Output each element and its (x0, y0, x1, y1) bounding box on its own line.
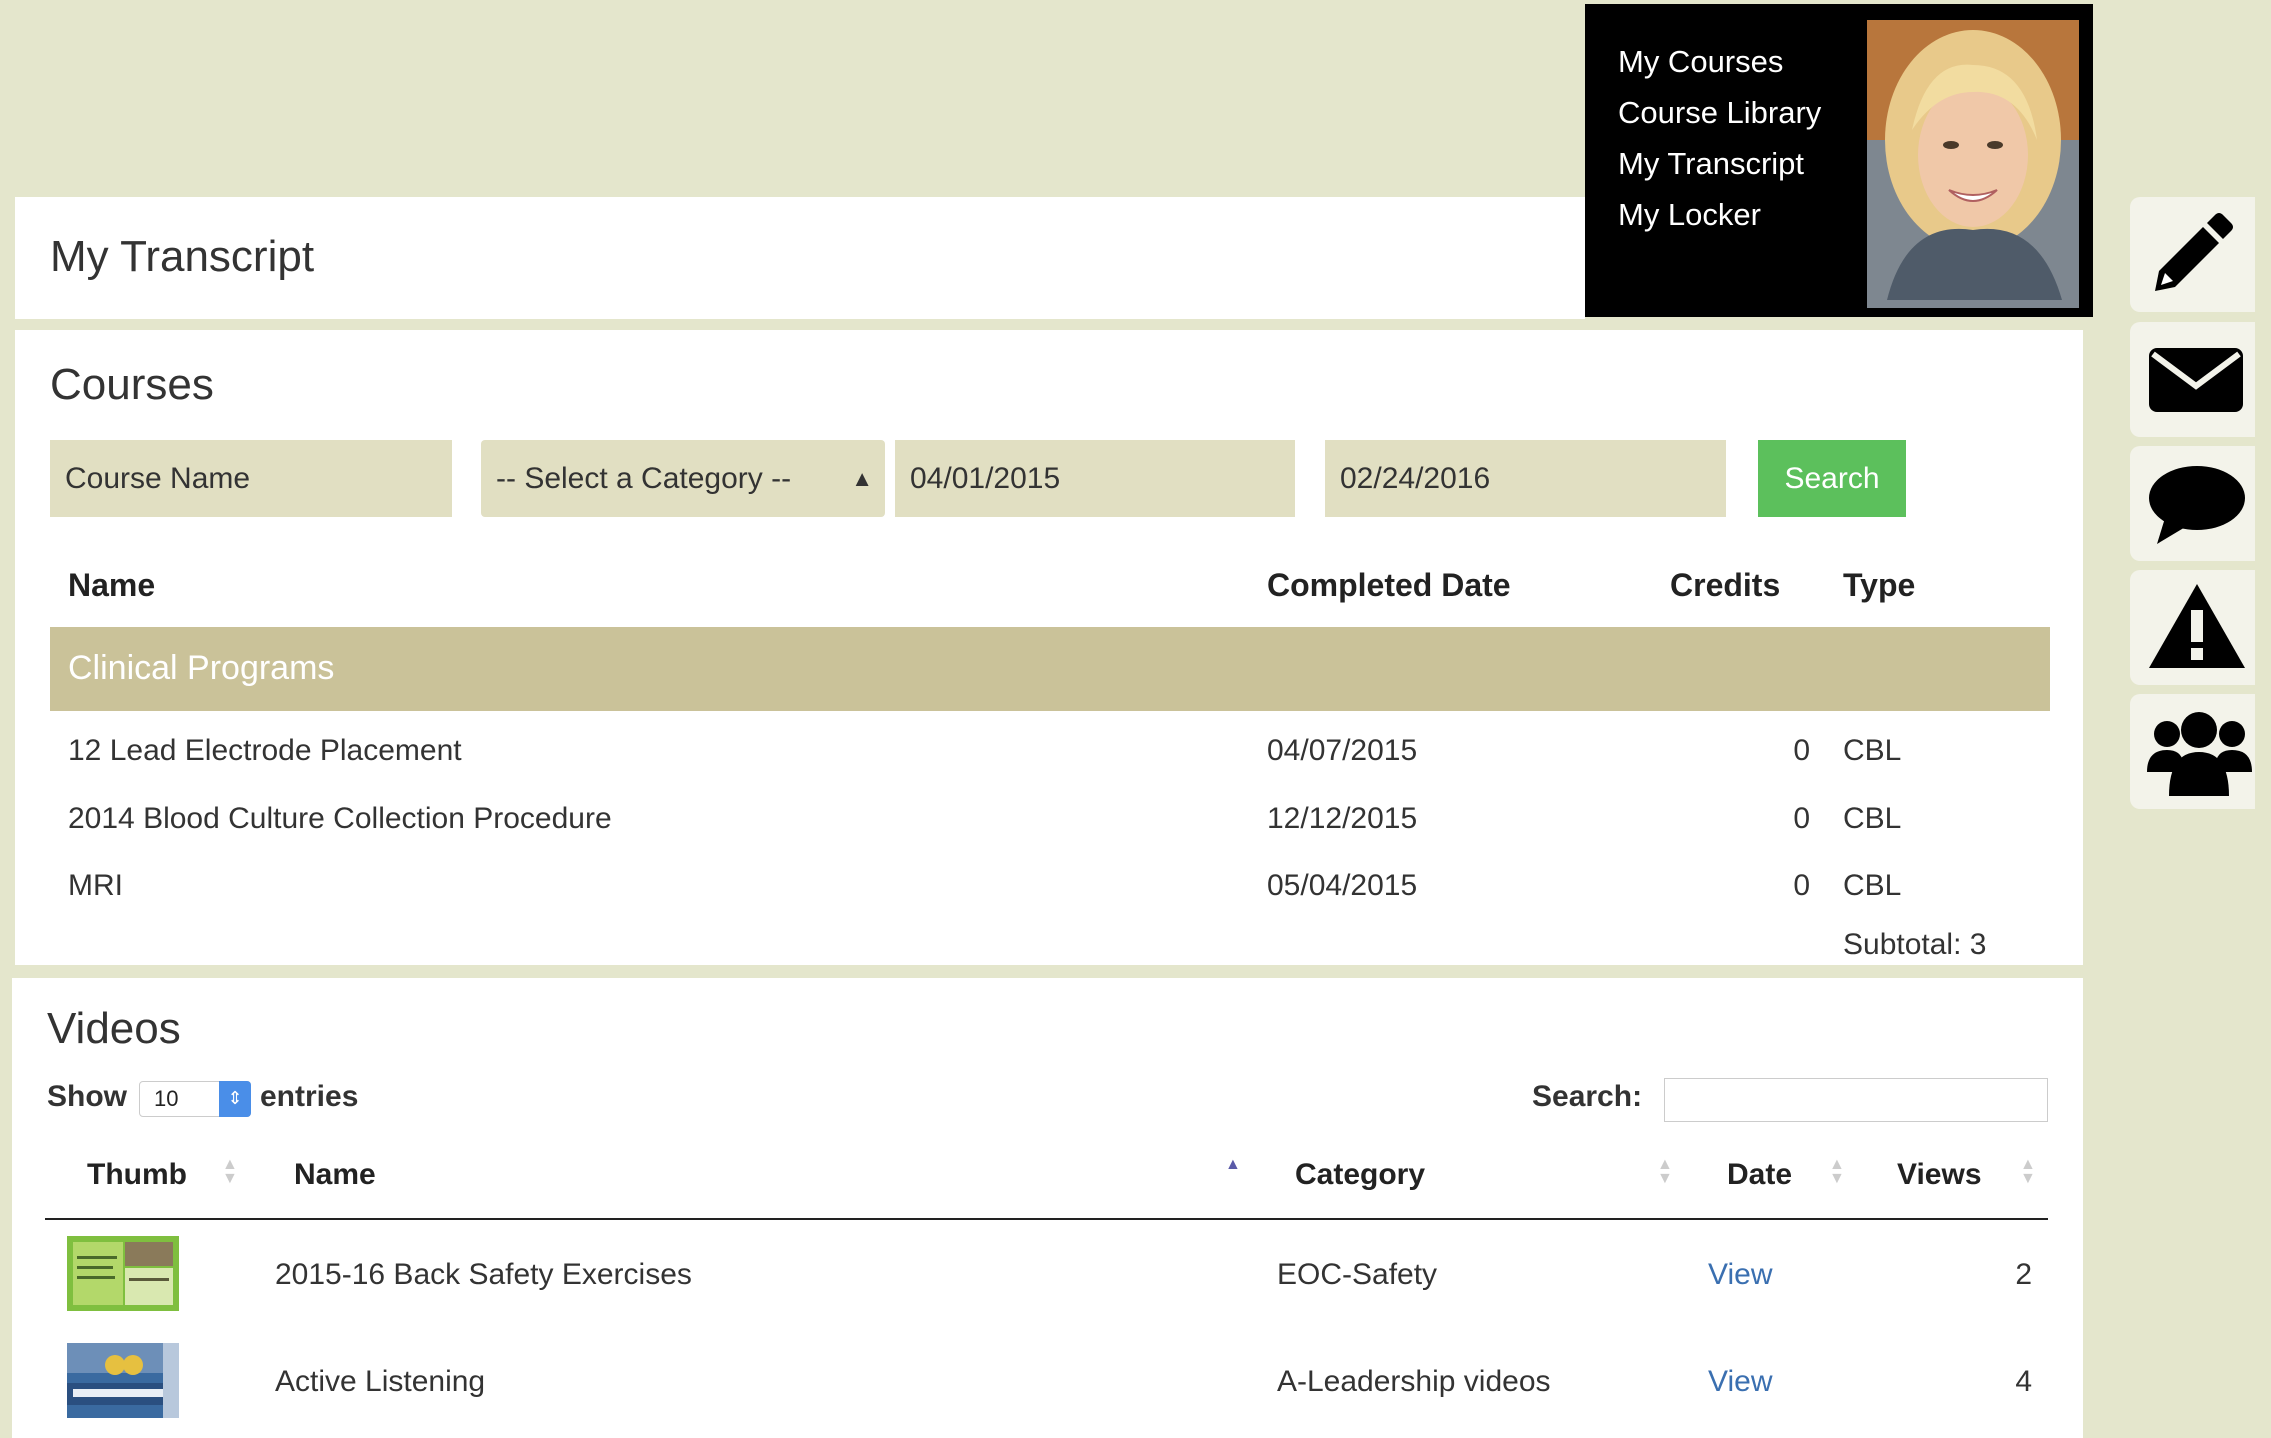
select-arrows-icon: ▲ (851, 466, 873, 491)
search-button[interactable]: Search (1758, 440, 1906, 517)
completed-date: 12/12/2015 (1267, 802, 1418, 835)
users-icon (2147, 712, 2252, 796)
view-link[interactable]: View (1708, 1258, 1772, 1292)
table-row: 2014 Blood Culture Collection Procedure … (15, 788, 2083, 848)
video-name: 2015-16 Back Safety Exercises (275, 1258, 692, 1291)
entries-select-value: 10 (154, 1086, 179, 1111)
credits: 0 (1793, 734, 1810, 767)
table-row: 12 Lead Electrode Placement 04/07/2015 0… (15, 720, 2083, 780)
sort-icon[interactable]: ▲ ▼ (2020, 1157, 2036, 1187)
video-thumbnail[interactable] (67, 1236, 179, 1311)
video-category: EOC-Safety (1277, 1258, 1438, 1291)
messages-tool-button[interactable] (2130, 322, 2255, 437)
subtotal: Subtotal: 3 (1843, 928, 1987, 961)
courses-panel: Courses Course Name -- Select a Category… (15, 330, 2083, 965)
videos-title: Videos (47, 1004, 181, 1053)
nav-menu: My Courses Course Library My Transcript … (1618, 44, 1821, 248)
videos-panel: Videos Show 10 ⇕ entries Search: Thumb ▲… (12, 978, 2083, 1438)
course-name-input[interactable]: Course Name (50, 440, 452, 517)
avatar-photo (1867, 20, 2079, 308)
date-to-input[interactable]: 02/24/2016 (1325, 440, 1726, 517)
nav-item-my-transcript[interactable]: My Transcript (1618, 146, 1821, 197)
video-category: A-Leadership videos (1277, 1365, 1551, 1398)
title-panel: My Transcript (15, 197, 1585, 319)
alerts-tool-button[interactable] (2130, 570, 2255, 685)
nav-item-my-courses[interactable]: My Courses (1618, 44, 1821, 95)
table-row: Active Listening A-Leadership videos Vie… (12, 1343, 2083, 1438)
select-spinner-icon: ⇕ (219, 1081, 251, 1117)
video-thumbnail-image (67, 1236, 179, 1311)
group-label: Clinical Programs (68, 649, 335, 687)
column-header-date[interactable]: Date (1727, 1158, 1792, 1192)
completed-date: 04/07/2015 (1267, 734, 1418, 767)
table-row: MRI 05/04/2015 0 CBL (15, 855, 2083, 915)
course-name: 2014 Blood Culture Collection Procedure (68, 802, 612, 835)
entries-select[interactable]: 10 ⇕ (139, 1081, 251, 1117)
table-header-divider (45, 1218, 2048, 1220)
videos-search-input[interactable] (1664, 1078, 2048, 1122)
page-title: My Transcript (50, 232, 315, 281)
sort-icon[interactable]: ▲ ▼ (222, 1157, 238, 1187)
courses-title: Courses (50, 360, 214, 409)
credits: 0 (1793, 869, 1810, 902)
nav-item-course-library[interactable]: Course Library (1618, 95, 1821, 146)
pencil-icon (2155, 213, 2233, 291)
group-row: Clinical Programs (50, 627, 2050, 711)
top-nav: My Courses Course Library My Transcript … (1585, 4, 2093, 317)
edit-tool-button[interactable] (2130, 197, 2255, 312)
table-row: 2015-16 Back Safety Exercises EOC-Safety… (12, 1236, 2083, 1336)
course-name: 12 Lead Electrode Placement (68, 734, 462, 767)
type: CBL (1843, 869, 1902, 902)
video-views: 4 (2015, 1365, 2032, 1398)
category-select[interactable]: -- Select a Category -- ▲ (481, 440, 885, 517)
entries-label: entries (260, 1080, 359, 1113)
video-thumbnail-image (67, 1343, 179, 1418)
chat-bubble-icon (2149, 466, 2245, 544)
avatar[interactable] (1867, 20, 2079, 308)
show-label: Show (47, 1080, 127, 1113)
chat-tool-button[interactable] (2130, 446, 2255, 561)
column-header-credits: Credits (1670, 567, 1781, 603)
groups-tool-button[interactable] (2130, 694, 2255, 809)
type: CBL (1843, 802, 1902, 835)
video-thumbnail[interactable] (67, 1343, 179, 1418)
view-link[interactable]: View (1708, 1365, 1772, 1399)
sort-ascending-icon[interactable]: ▲ (1225, 1157, 1241, 1173)
sort-icon[interactable]: ▲ ▼ (1657, 1157, 1673, 1187)
course-name: MRI (68, 869, 123, 902)
type: CBL (1843, 734, 1902, 767)
column-header-completed-date: Completed Date (1267, 567, 1511, 603)
sort-icon[interactable]: ▲ ▼ (1829, 1157, 1845, 1187)
column-header-name: Name (68, 567, 156, 603)
column-header-video-name[interactable]: Name (294, 1158, 376, 1192)
warning-icon (2149, 584, 2245, 668)
nav-item-my-locker[interactable]: My Locker (1618, 197, 1821, 248)
search-label: Search: (1532, 1080, 1643, 1113)
column-header-views[interactable]: Views (1897, 1158, 1982, 1192)
envelope-icon (2149, 348, 2243, 412)
column-header-type: Type (1843, 567, 1916, 603)
date-from-input[interactable]: 04/01/2015 (895, 440, 1295, 517)
video-views: 2 (2015, 1258, 2032, 1291)
category-select-value: -- Select a Category -- (496, 462, 792, 495)
credits: 0 (1793, 802, 1810, 835)
column-header-category[interactable]: Category (1295, 1158, 1425, 1192)
video-name: Active Listening (275, 1365, 486, 1398)
column-header-thumb[interactable]: Thumb (87, 1158, 187, 1192)
completed-date: 05/04/2015 (1267, 869, 1418, 902)
